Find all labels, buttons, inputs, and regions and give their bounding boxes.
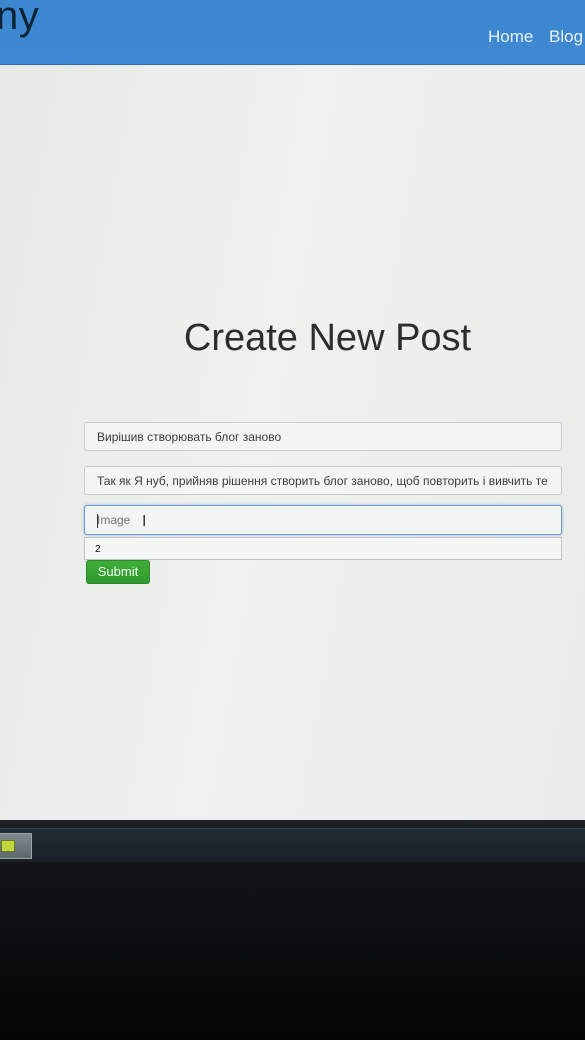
nav-link-home[interactable]: Home (488, 27, 533, 47)
app-icon (1, 840, 15, 852)
brand-logo[interactable]: ny (0, 0, 39, 39)
post-title-input[interactable] (84, 422, 562, 451)
text-caret (97, 514, 98, 528)
photo-frame: ny Home Blog Create New Post I 2 Submit (0, 0, 585, 1040)
autocomplete-dropdown: 2 (84, 537, 562, 560)
top-navbar: ny Home Blog (0, 0, 585, 65)
i-beam-cursor-icon: I (142, 512, 147, 530)
browser-viewport: ny Home Blog Create New Post I 2 Submit (0, 0, 585, 830)
monitor-frame-bottom (0, 862, 585, 1040)
taskbar (0, 828, 585, 863)
taskbar-app-button[interactable] (0, 833, 32, 859)
page-title: Create New Post (183, 317, 472, 359)
submit-button[interactable]: Submit (86, 560, 150, 584)
image-input[interactable] (84, 505, 562, 535)
autocomplete-option[interactable]: 2 (95, 544, 101, 555)
nav-link-blog[interactable]: Blog (549, 27, 583, 47)
post-body-input[interactable] (84, 466, 562, 495)
